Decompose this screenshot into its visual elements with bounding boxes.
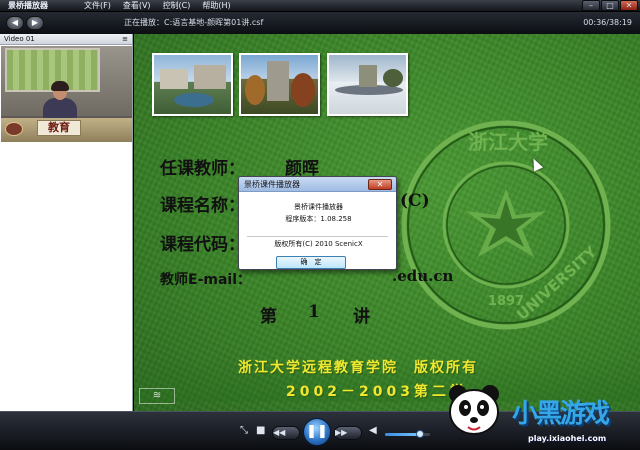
minimize-button[interactable]: – xyxy=(582,0,600,11)
video-panel: Video 01 ≡ 教育 xyxy=(0,34,133,411)
ok-button[interactable]: 确 定 xyxy=(276,256,346,269)
arrow-right-icon: ▶ xyxy=(31,18,39,27)
video-panel-title: Video 01 xyxy=(4,35,35,43)
panda-mascot-icon xyxy=(449,385,499,435)
dialog-copyright: 版权所有(C) 2010 ScenicX xyxy=(274,240,363,248)
course-code-label: 课程代码： xyxy=(160,235,245,255)
course-name-copyright: (C) xyxy=(400,191,430,211)
arrow-left-icon: ◀ xyxy=(11,18,19,27)
next-icon: ▶▶ xyxy=(335,428,348,437)
video-panel-header: Video 01 ≡ xyxy=(0,34,132,45)
lecture-suffix: 讲 xyxy=(353,307,370,327)
campus-photo-2 xyxy=(239,53,320,116)
menu-control[interactable]: 控制(C) xyxy=(163,0,191,12)
campus-photo-1 xyxy=(152,53,233,116)
window-controls: – □ ✕ xyxy=(582,0,638,11)
lecturer-hair xyxy=(51,81,69,91)
watermark-url: play.ixiaohei.com xyxy=(528,434,607,443)
dialog-version: 程序版本：1.08.258 xyxy=(285,215,352,223)
campus-photo-3 xyxy=(327,53,408,116)
shuffle-icon[interactable]: ⤡ xyxy=(240,425,248,436)
panel-menu-icon[interactable]: ≡ xyxy=(122,35,128,43)
email-label: 教师E-mail： xyxy=(160,272,252,288)
volume-icon[interactable]: ◀ xyxy=(369,425,377,436)
menu-bar: 文件(F) 查看(V) 控制(C) 帮助(H) xyxy=(84,0,231,12)
volume-knob[interactable] xyxy=(416,430,425,438)
app-title: 景桥播放器 xyxy=(8,1,48,10)
forward-button[interactable]: ▶ xyxy=(26,16,44,30)
wave-logo-icon: ≋ xyxy=(139,388,175,404)
menu-view[interactable]: 查看(V) xyxy=(123,0,151,12)
play-pause-button[interactable]: ❚❚ xyxy=(303,418,331,446)
volume-fill xyxy=(385,433,421,436)
lecture-prefix: 第 xyxy=(260,307,277,327)
lecturer-video[interactable]: 教育 xyxy=(1,46,132,142)
course-name-label: 课程名称： xyxy=(160,196,245,216)
lecture-number: 1 xyxy=(308,302,320,322)
volume-slider[interactable] xyxy=(385,430,430,438)
next-button[interactable]: ▶▶ xyxy=(334,426,362,440)
academic-year-line: 2002－2003第二学 xyxy=(286,384,468,400)
pause-icon: ❚❚ xyxy=(306,424,328,439)
menu-help[interactable]: 帮助(H) xyxy=(202,0,230,12)
playback-time: 00:36/38:19 xyxy=(583,18,632,27)
university-emblem-icon: 1897 UNIVERSITY 浙江大学 xyxy=(401,120,611,330)
video-emblem-icon xyxy=(5,122,23,136)
dialog-close-button[interactable]: ✕ xyxy=(368,179,392,190)
teacher-label: 任课教师： xyxy=(160,159,245,179)
video-desk-sign: 教育 xyxy=(37,120,81,136)
dialog-app-name: 景桥课件播放器 xyxy=(294,203,343,211)
nav-bar: ◀ ▶ 正在播放：C:语言基地-颜晖第01讲.csf 00:36/38:19 xyxy=(0,12,640,34)
watermark-brand: 小黑游戏 xyxy=(512,399,610,429)
email-domain: .edu.cn xyxy=(392,267,454,285)
dialog-separator xyxy=(247,236,388,237)
about-dialog: 景桥课件播放器 ✕ 景桥课件播放器 程序版本：1.08.258 版权所有(C) … xyxy=(238,176,397,270)
now-playing-text: 正在播放：C:语言基地-颜晖第01讲.csf xyxy=(124,18,264,27)
close-icon: ✕ xyxy=(376,180,384,189)
stop-button[interactable]: ■ xyxy=(256,425,265,436)
menu-file[interactable]: 文件(F) xyxy=(84,0,111,12)
close-window-button[interactable]: ✕ xyxy=(620,0,638,11)
dialog-body: 景桥课件播放器 程序版本：1.08.258 版权所有(C) 2010 Sceni… xyxy=(239,192,396,269)
school-copyright-line: 浙江大学远程教育学院 版权所有 xyxy=(238,360,478,376)
previous-icon: ◀◀ xyxy=(273,428,286,437)
emblem-top-text: 浙江大学 xyxy=(468,130,548,154)
title-bar: 景桥播放器 文件(F) 查看(V) 控制(C) 帮助(H) – □ ✕ xyxy=(0,0,640,12)
maximize-button[interactable]: □ xyxy=(601,0,619,11)
back-button[interactable]: ◀ xyxy=(6,16,24,30)
previous-button[interactable]: ◀◀ xyxy=(272,426,300,440)
